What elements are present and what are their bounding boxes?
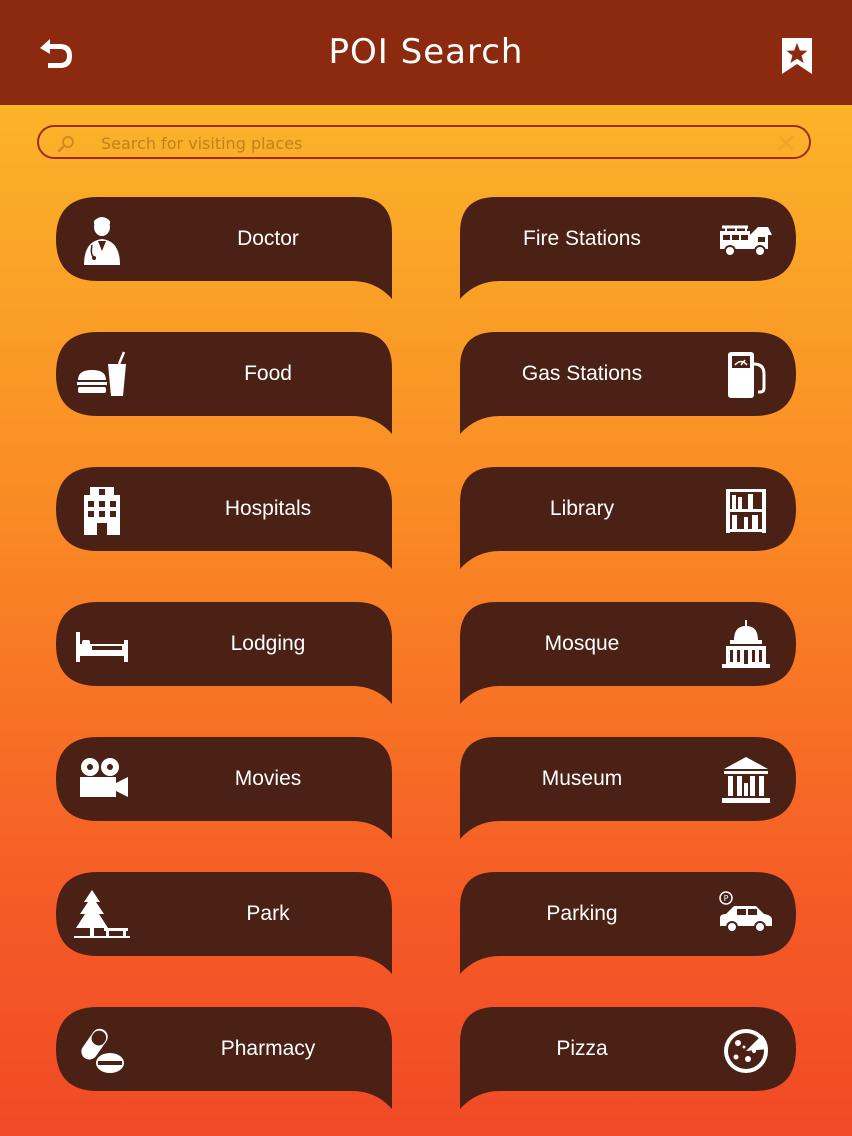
bed-icon <box>74 620 130 670</box>
category-tile-mosque[interactable]: Mosque <box>460 602 796 704</box>
category-tile-pizza[interactable]: Pizza <box>460 1007 796 1109</box>
category-label: Pizza <box>556 1037 608 1060</box>
hospital-building-icon <box>74 485 130 535</box>
search-bar <box>37 125 811 159</box>
category-tile-museum[interactable]: Museum <box>460 737 796 839</box>
search-icon <box>57 136 74 153</box>
category-tile-food[interactable]: Food <box>56 332 392 434</box>
dome-building-icon <box>718 620 774 670</box>
category-label: Fire Stations <box>523 227 641 250</box>
fire-truck-icon <box>718 215 774 265</box>
header-bar: POI Search <box>0 0 852 105</box>
doctor-icon <box>74 215 130 265</box>
category-tile-gas-stations[interactable]: Gas Stations <box>460 332 796 434</box>
gas-pump-icon <box>718 350 774 400</box>
page-title: POI Search <box>328 32 524 72</box>
category-label: Food <box>244 362 292 385</box>
category-label: Park <box>246 902 290 925</box>
film-camera-icon <box>74 755 130 805</box>
category-tile-doctor[interactable]: Doctor <box>56 197 392 299</box>
bookmark-star-icon <box>782 38 812 74</box>
category-label: Parking <box>546 902 618 925</box>
category-tile-hospitals[interactable]: Hospitals <box>56 467 392 569</box>
burger-drink-icon <box>74 350 130 400</box>
category-tile-library[interactable]: Library <box>460 467 796 569</box>
category-tile-parking[interactable]: P Parking <box>460 872 796 974</box>
parking-car-icon: P <box>718 890 774 940</box>
category-label: Movies <box>234 767 302 790</box>
category-label: Lodging <box>230 632 306 655</box>
bookmark-button[interactable] <box>772 30 822 80</box>
museum-building-icon <box>718 755 774 805</box>
pizza-icon <box>718 1025 774 1075</box>
pills-icon <box>74 1025 130 1075</box>
category-label: Pharmacy <box>220 1037 316 1060</box>
search-input[interactable] <box>99 129 773 157</box>
category-label: Doctor <box>237 227 299 250</box>
clear-icon[interactable] <box>777 134 795 152</box>
category-label: Hospitals <box>224 497 312 520</box>
category-tile-fire-stations[interactable]: Fire Stations <box>460 197 796 299</box>
svg-text:P: P <box>724 894 729 903</box>
category-label: Mosque <box>544 632 620 655</box>
category-label: Gas Stations <box>521 362 643 385</box>
category-tile-movies[interactable]: Movies <box>56 737 392 839</box>
category-label: Museum <box>541 767 623 790</box>
category-tile-park[interactable]: Park <box>56 872 392 974</box>
tree-bench-icon <box>74 890 130 940</box>
bookshelf-icon <box>718 485 774 535</box>
category-label: Library <box>549 497 615 520</box>
category-tile-pharmacy[interactable]: Pharmacy <box>56 1007 392 1109</box>
category-tile-lodging[interactable]: Lodging <box>56 602 392 704</box>
